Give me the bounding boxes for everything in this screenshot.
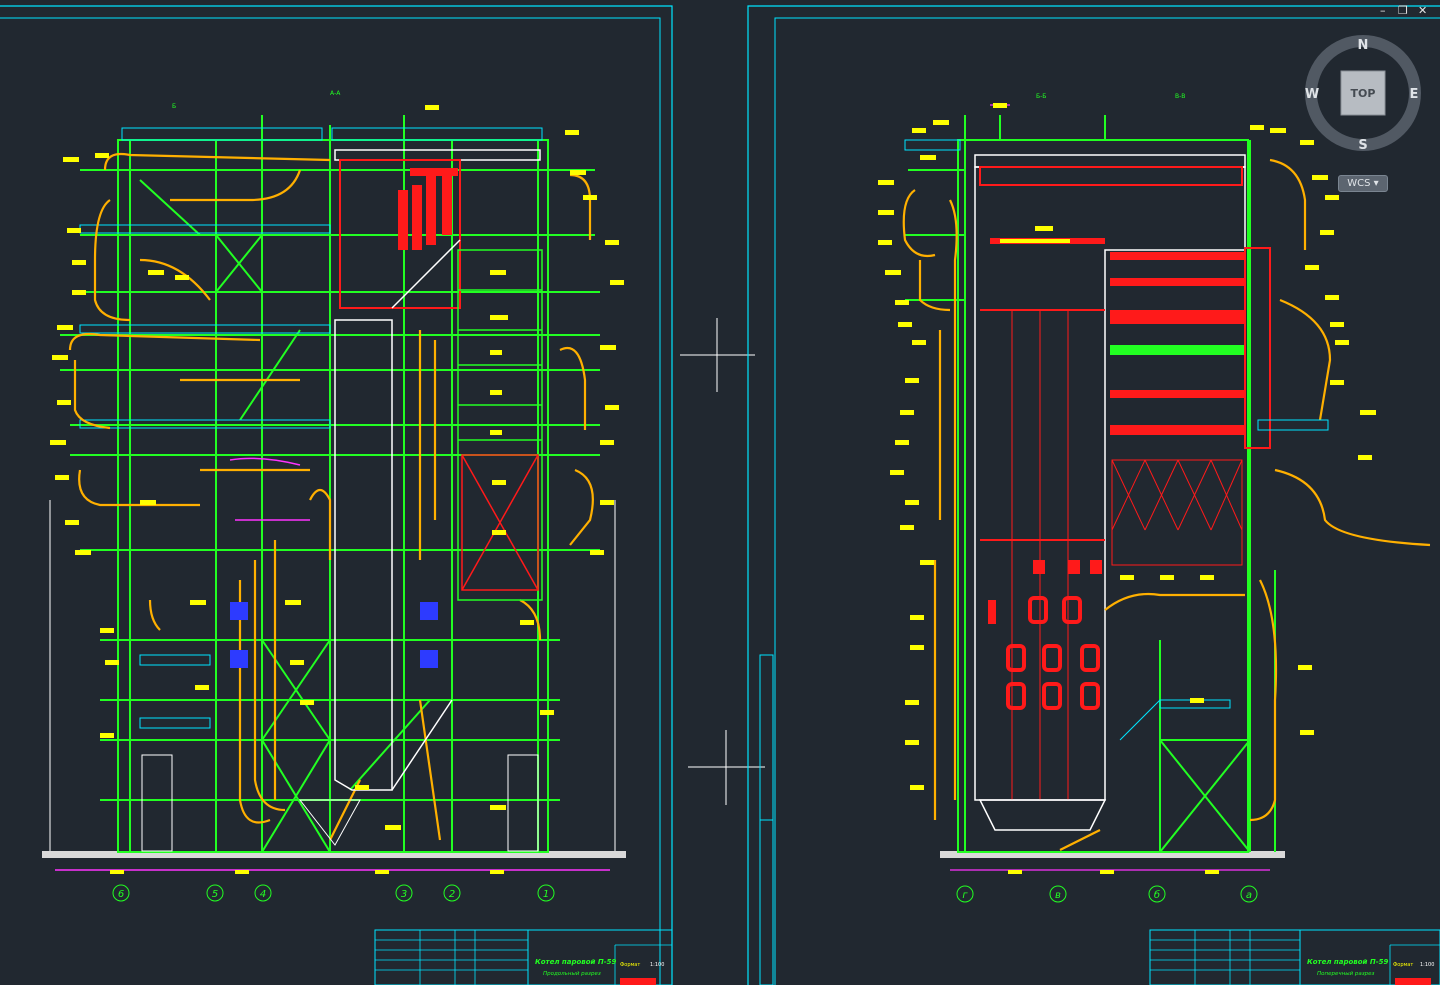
left-section-mark-a: А-А (330, 90, 341, 97)
drawing-canvas[interactable]: А-А Б 6 5 4 3 2 1 Котел паровой П-59 Про… (0, 0, 1440, 985)
svg-text:а: а (1246, 890, 1252, 901)
left-sheet-label: Формат (620, 962, 640, 968)
svg-text:1: 1 (543, 889, 549, 900)
right-sheet-label: Формат (1393, 962, 1413, 968)
close-button[interactable]: ✕ (1418, 4, 1427, 17)
left-title-text: Котел паровой П-59 (535, 958, 616, 966)
compass-south[interactable]: S (1358, 138, 1367, 153)
svg-text:в: в (1055, 890, 1061, 901)
right-title-text: Котел паровой П-59 (1307, 958, 1388, 966)
svg-text:4: 4 (260, 889, 266, 900)
right-section-mark-b: Б-Б (1036, 93, 1046, 100)
wcs-menu[interactable]: WCS ▾ (1338, 175, 1388, 192)
minimize-button[interactable]: – (1380, 4, 1386, 17)
restore-button[interactable]: ❐ (1398, 4, 1408, 17)
svg-text:б: б (1154, 889, 1160, 901)
compass-west[interactable]: W (1305, 87, 1319, 102)
svg-text:5: 5 (212, 889, 218, 900)
svg-text:3: 3 (401, 889, 407, 900)
viewcube[interactable]: TOP N S E W (1305, 35, 1421, 153)
svg-text:г: г (962, 890, 968, 901)
right-subtitle-text: Поперечный разрез (1317, 971, 1375, 977)
right-scale: 1:100 (1420, 962, 1434, 968)
left-subtitle-text: Продольный разрез (543, 971, 601, 977)
compass-north[interactable]: N (1358, 38, 1369, 53)
viewcube-top-face[interactable]: TOP (1351, 87, 1376, 100)
compass-east[interactable]: E (1410, 87, 1419, 102)
wcs-label: WCS (1347, 178, 1371, 189)
left-section-mark-b: Б (172, 103, 176, 110)
svg-text:2: 2 (449, 889, 455, 900)
right-section-mark-v: В-В (1175, 93, 1185, 100)
svg-text:6: 6 (118, 889, 124, 900)
left-scale: 1:100 (650, 962, 664, 968)
